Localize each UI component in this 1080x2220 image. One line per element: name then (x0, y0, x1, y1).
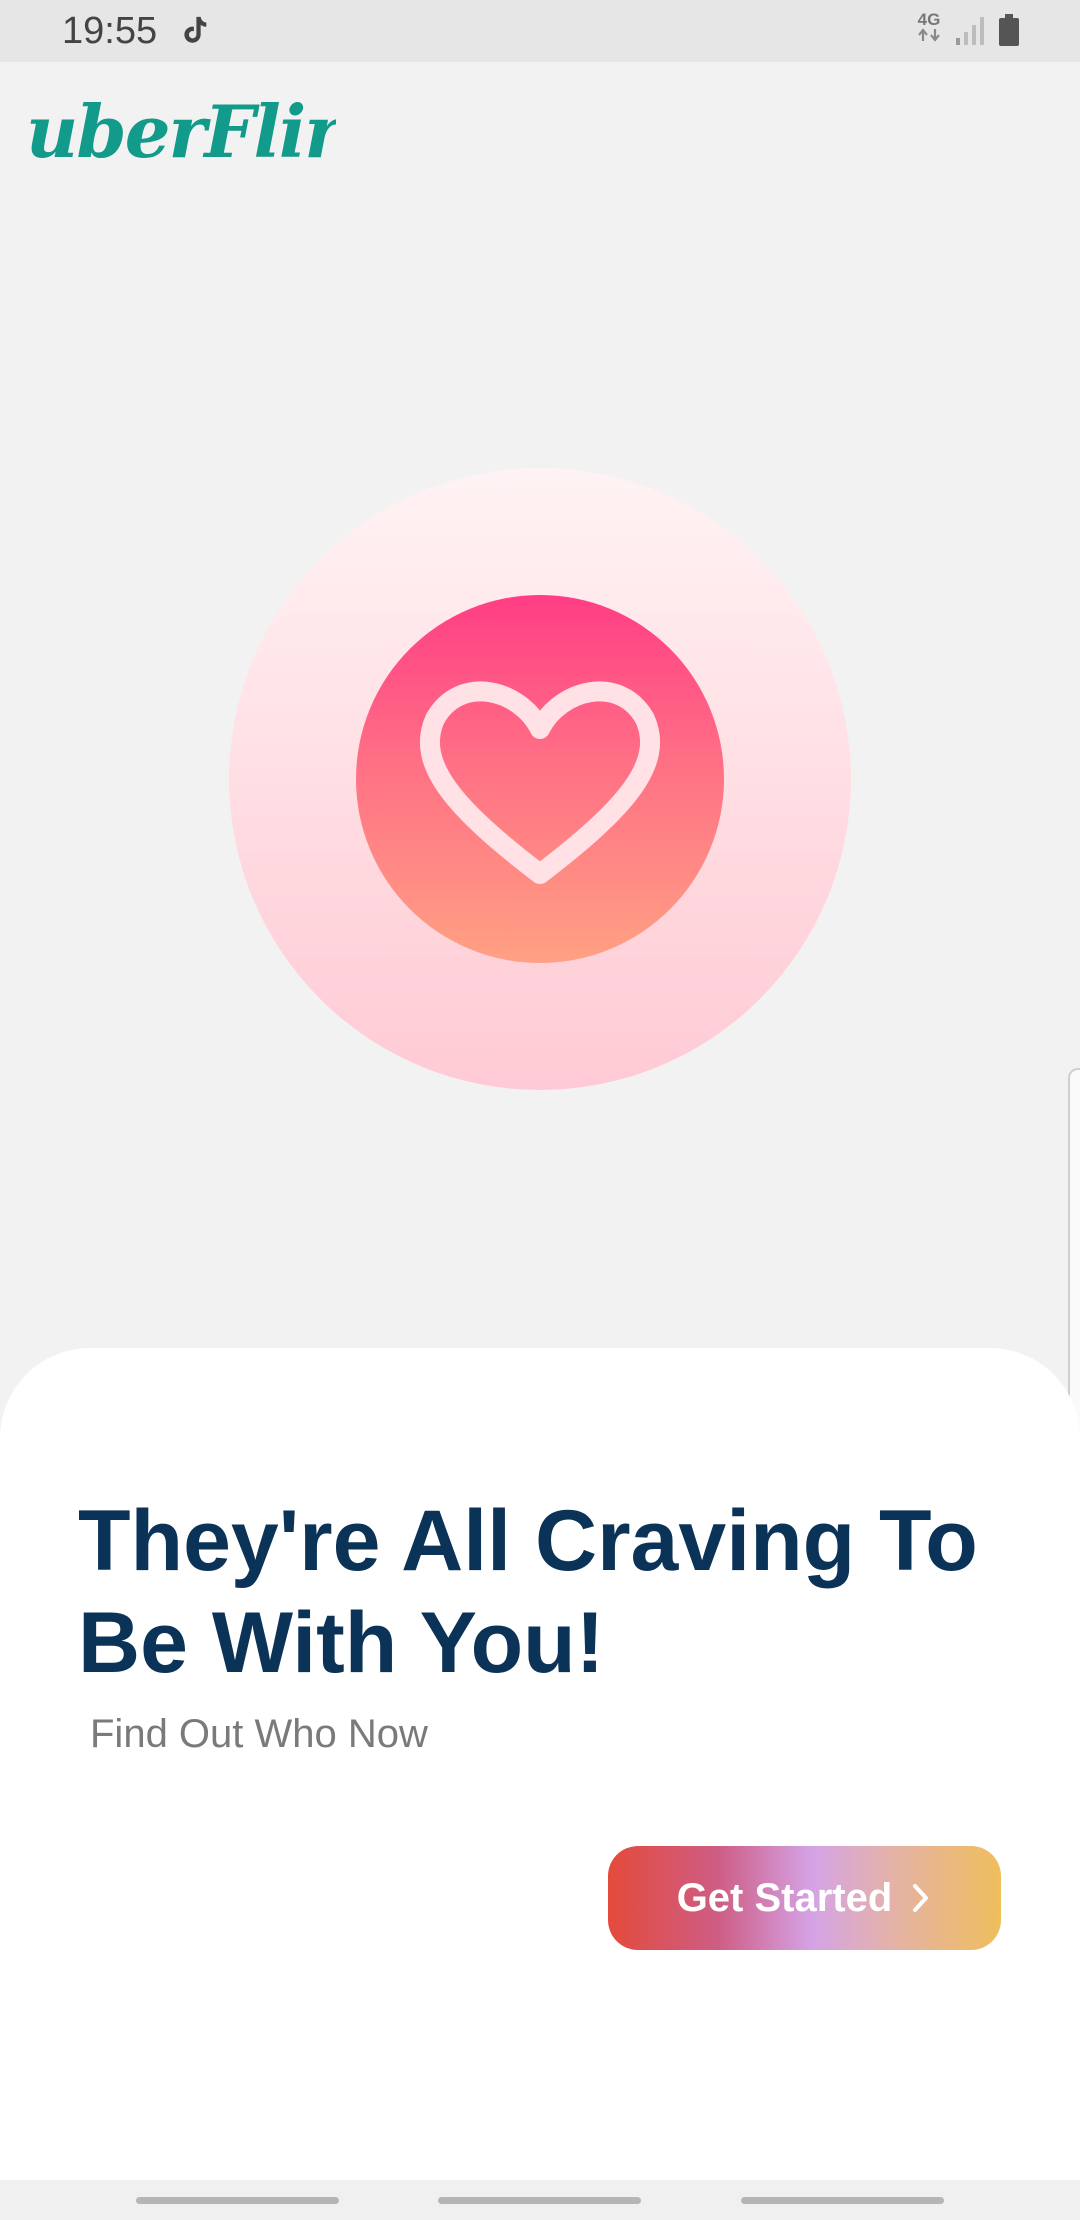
logo-text: uberFlirt. (26, 89, 336, 174)
onboarding-sheet (0, 1348, 1080, 2180)
network-indicator: 4G (916, 10, 942, 47)
status-time: 19:55 (62, 10, 158, 52)
status-icons: 4G (916, 10, 1020, 47)
heart-icon (420, 681, 660, 884)
nav-back-button[interactable] (741, 2197, 944, 2204)
get-started-label: Get Started (676, 1875, 893, 1920)
app-logo: uberFlirt. (26, 89, 336, 174)
hero-inner-circle (356, 595, 724, 963)
data-arrows-icon (918, 28, 940, 42)
nav-recents-button[interactable] (136, 2197, 339, 2204)
get-started-button[interactable]: Get Started (608, 1846, 1001, 1950)
battery-icon (999, 13, 1019, 46)
tiktok-notification-icon (184, 16, 207, 43)
system-nav-bar (0, 2180, 1080, 2220)
onboarding-subline: Find Out Who Now (90, 1712, 428, 1756)
chevron-right-icon (913, 1884, 929, 1912)
network-type-label: 4G (917, 10, 941, 29)
nav-home-button[interactable] (438, 2197, 641, 2204)
onboarding-headline: They're All Craving To Be With You! (78, 1493, 978, 1691)
signal-icon (956, 16, 984, 45)
status-bar: 19:55 4G (0, 0, 1080, 62)
